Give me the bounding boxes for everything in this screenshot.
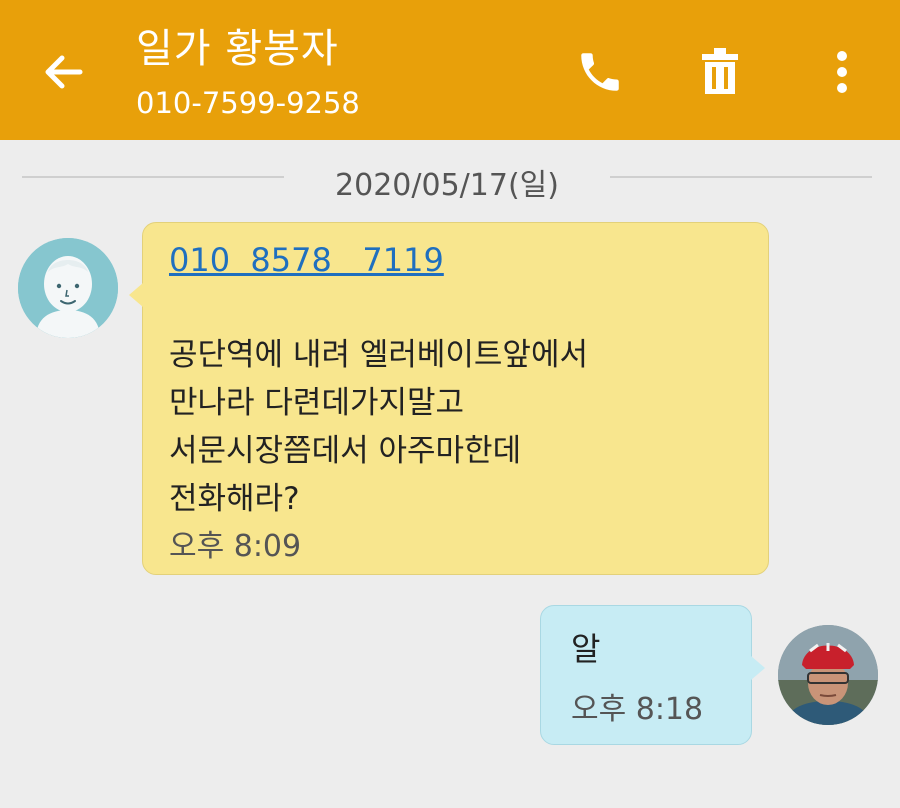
contact-avatar[interactable]: [18, 238, 118, 338]
arrow-left-icon: [45, 55, 83, 89]
message-line: 만나라 다련데가지말고: [169, 385, 465, 421]
date-divider: 2020/05/17(일): [0, 150, 900, 210]
message-line: 공단역에 내려 엘러베이트앞에서: [169, 337, 588, 373]
profile-photo: [778, 625, 878, 725]
date-label: 2020/05/17(일): [335, 168, 559, 203]
call-button[interactable]: [570, 42, 630, 102]
delete-button[interactable]: [690, 42, 750, 102]
bubble-tail: [129, 283, 143, 307]
bubble-tail: [751, 656, 765, 680]
incoming-message-bubble[interactable]: 010 8578 7119 공단역에 내려 엘러베이트앞에서 만나라 다련데가지…: [129, 222, 769, 575]
message-text: 알: [571, 630, 601, 668]
phone-number-link[interactable]: 010 8578 7119: [169, 241, 444, 279]
message-line: 전화해라?: [169, 481, 300, 517]
message-timestamp: 오후 8:18: [571, 692, 704, 727]
person-placeholder-icon: [18, 238, 118, 338]
divider-line: [22, 176, 284, 178]
outgoing-message-bubble[interactable]: 알 오후 8:18: [540, 605, 765, 745]
message-text: 공단역에 내려 엘러베이트앞에서 만나라 다련데가지말고 서문시장쯤데서 아주마…: [169, 331, 588, 523]
app-bar: 일가 황봉자 010-7599-9258: [0, 0, 900, 140]
my-avatar[interactable]: [778, 625, 878, 725]
message-line: 서문시장쯤데서 아주마한데: [169, 433, 522, 469]
contact-name: 일가 황봉자: [136, 26, 339, 72]
phone-icon: [581, 53, 619, 91]
trash-icon: [702, 48, 738, 94]
message-timestamp: 오후 8:09: [169, 529, 302, 564]
contact-phone-number: 010-7599-9258: [136, 86, 360, 120]
divider-line: [610, 176, 872, 178]
more-vertical-icon: [837, 51, 847, 93]
back-button[interactable]: [38, 46, 90, 98]
more-options-button[interactable]: [812, 42, 872, 102]
